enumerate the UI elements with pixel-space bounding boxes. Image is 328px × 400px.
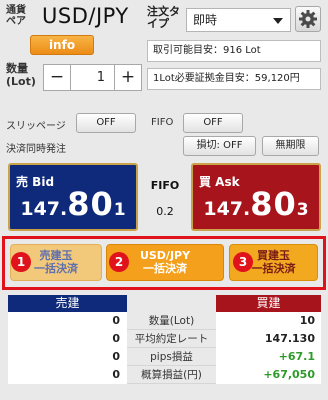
fifo-label: FIFO	[151, 117, 174, 128]
quantity-label: 数量(Lot)	[6, 62, 36, 88]
order-type-label: 注文タイプ	[147, 5, 180, 30]
table-row: 0 平均約定レート 147.130	[8, 330, 321, 348]
quantity-input[interactable]: 1	[72, 65, 113, 90]
callout-badge-3: 3	[233, 252, 253, 272]
spread-value: 0.2	[156, 205, 174, 218]
fifo-toggle[interactable]: OFF	[183, 113, 243, 133]
currency-pair-label: 通貨ペア	[6, 5, 26, 27]
bid-price: 147.801	[20, 185, 126, 223]
simultaneous-order-label: 決済同時発注	[6, 144, 66, 155]
gear-icon	[299, 10, 317, 28]
ask-price: 147.803	[203, 185, 309, 223]
slippage-label: スリッページ	[6, 121, 66, 132]
positions-table: 売建 買建 0 数量(Lot) 10 0 平均約定レート 147.130 0 p…	[8, 295, 321, 384]
table-row: 0 数量(Lot) 10	[8, 312, 321, 330]
table-row: 0 概算損益(円) +67,050	[8, 366, 321, 384]
margin-per-lot-box: 1Lot必要証拠金目安：59,120円	[147, 68, 321, 90]
info-button[interactable]: info	[30, 35, 94, 55]
positions-header: 売建 買建	[8, 295, 321, 312]
table-row: 0 pips損益 +67.1	[8, 348, 321, 366]
callout-badge-1: 1	[11, 252, 31, 272]
stoploss-toggle[interactable]: 損切: OFF	[183, 136, 256, 156]
sell-column-header: 売建	[8, 295, 127, 312]
callout-badge-2: 2	[109, 252, 129, 272]
order-type-select[interactable]: 即時	[186, 8, 291, 32]
fifo-indicator: FIFO	[150, 179, 180, 192]
chevron-down-icon	[273, 18, 283, 24]
symbol-title[interactable]: USD/JPY	[42, 4, 129, 28]
quantity-decrement-button[interactable]: −	[44, 65, 71, 90]
settings-button[interactable]	[295, 6, 321, 32]
quantity-increment-button[interactable]: +	[114, 65, 141, 90]
price-panel: 売 Bid 147.801 FIFO 0.2 買 Ask 147.803	[8, 163, 321, 233]
order-type-value: 即時	[193, 13, 218, 27]
ask-button[interactable]: 買 Ask 147.803	[191, 163, 321, 231]
bid-button[interactable]: 売 Bid 147.801	[8, 163, 138, 231]
expiry-toggle[interactable]: 無期限	[262, 136, 319, 156]
quantity-stepper: − 1 +	[43, 64, 142, 91]
buy-column-header: 買建	[216, 295, 321, 312]
slippage-toggle[interactable]: OFF	[76, 113, 136, 133]
bulk-close-section: 売建玉 一括決済 USD/JPY 一括決済 買建玉 一括決済 1 2 3	[2, 236, 326, 290]
tradable-lot-box: 取引可能目安：916 Lot	[147, 40, 321, 62]
